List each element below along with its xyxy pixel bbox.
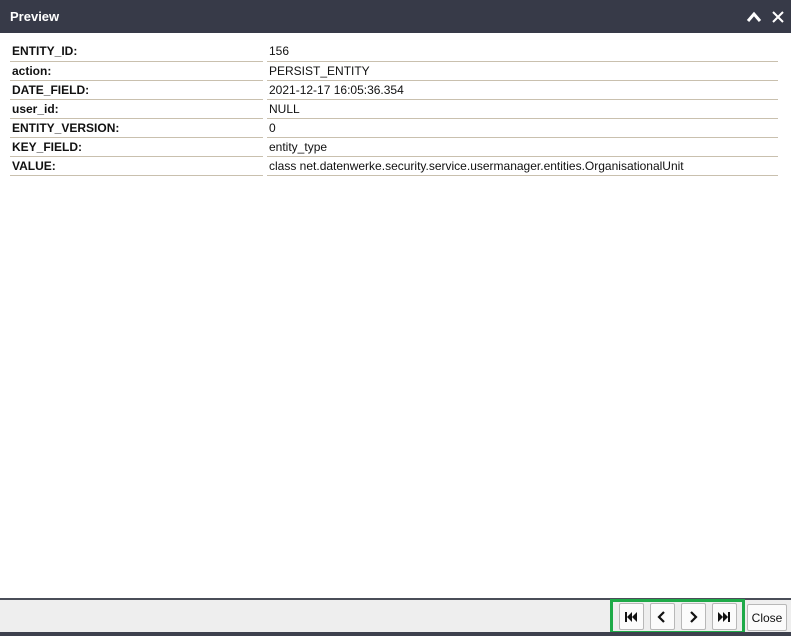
property-value: 2021-12-17 16:05:36.354: [267, 80, 778, 100]
property-value: entity_type: [267, 137, 778, 157]
close-button[interactable]: Close: [747, 604, 787, 631]
preview-content: ENTITY_ID: 156 action: PERSIST_ENTITY DATE_F…: [0, 33, 791, 598]
property-row: KEY_FIELD: entity_type: [10, 137, 778, 157]
property-key: action:: [10, 61, 263, 81]
close-icon[interactable]: [769, 8, 787, 26]
property-key: ENTITY_ID:: [10, 42, 263, 62]
window-controls: [745, 0, 787, 33]
skip-last-icon: [718, 611, 730, 622]
property-key: DATE_FIELD:: [10, 80, 263, 100]
property-row: DATE_FIELD: 2021-12-17 16:05:36.354: [10, 80, 778, 100]
property-value: NULL: [267, 99, 778, 119]
property-key: VALUE:: [10, 156, 263, 176]
property-value: class net.datenwerke.security.service.us…: [267, 156, 778, 176]
property-row: VALUE: class net.datenwerke.security.serv…: [10, 156, 778, 176]
next-record-button[interactable]: [680, 603, 706, 630]
record-navigation: [610, 599, 745, 634]
skip-first-icon: [625, 611, 637, 622]
property-row: action: PERSIST_ENTITY: [10, 61, 778, 81]
property-row: ENTITY_VERSION: 0: [10, 118, 778, 138]
properties-table: ENTITY_ID: 156 action: PERSIST_ENTITY DATE_F…: [10, 42, 778, 176]
first-record-button[interactable]: [618, 603, 644, 630]
property-value: 156: [267, 42, 778, 62]
last-record-button[interactable]: [711, 603, 737, 630]
property-row: ENTITY_ID: 156: [10, 42, 778, 62]
property-row: user_id: NULL: [10, 99, 778, 119]
property-key: ENTITY_VERSION:: [10, 118, 263, 138]
window-footer: Close: [0, 598, 791, 636]
window-titlebar: Preview: [0, 0, 791, 33]
property-value: 0: [267, 118, 778, 138]
property-key: KEY_FIELD:: [10, 137, 263, 157]
window-title: Preview: [10, 9, 60, 24]
chevron-right-icon: [690, 610, 698, 623]
previous-record-button[interactable]: [649, 603, 675, 630]
footer-bottom-border: [0, 632, 791, 636]
property-key: user_id:: [10, 99, 263, 119]
chevron-up-icon[interactable]: [745, 8, 763, 26]
property-value: PERSIST_ENTITY: [267, 61, 778, 81]
chevron-left-icon: [657, 610, 665, 623]
